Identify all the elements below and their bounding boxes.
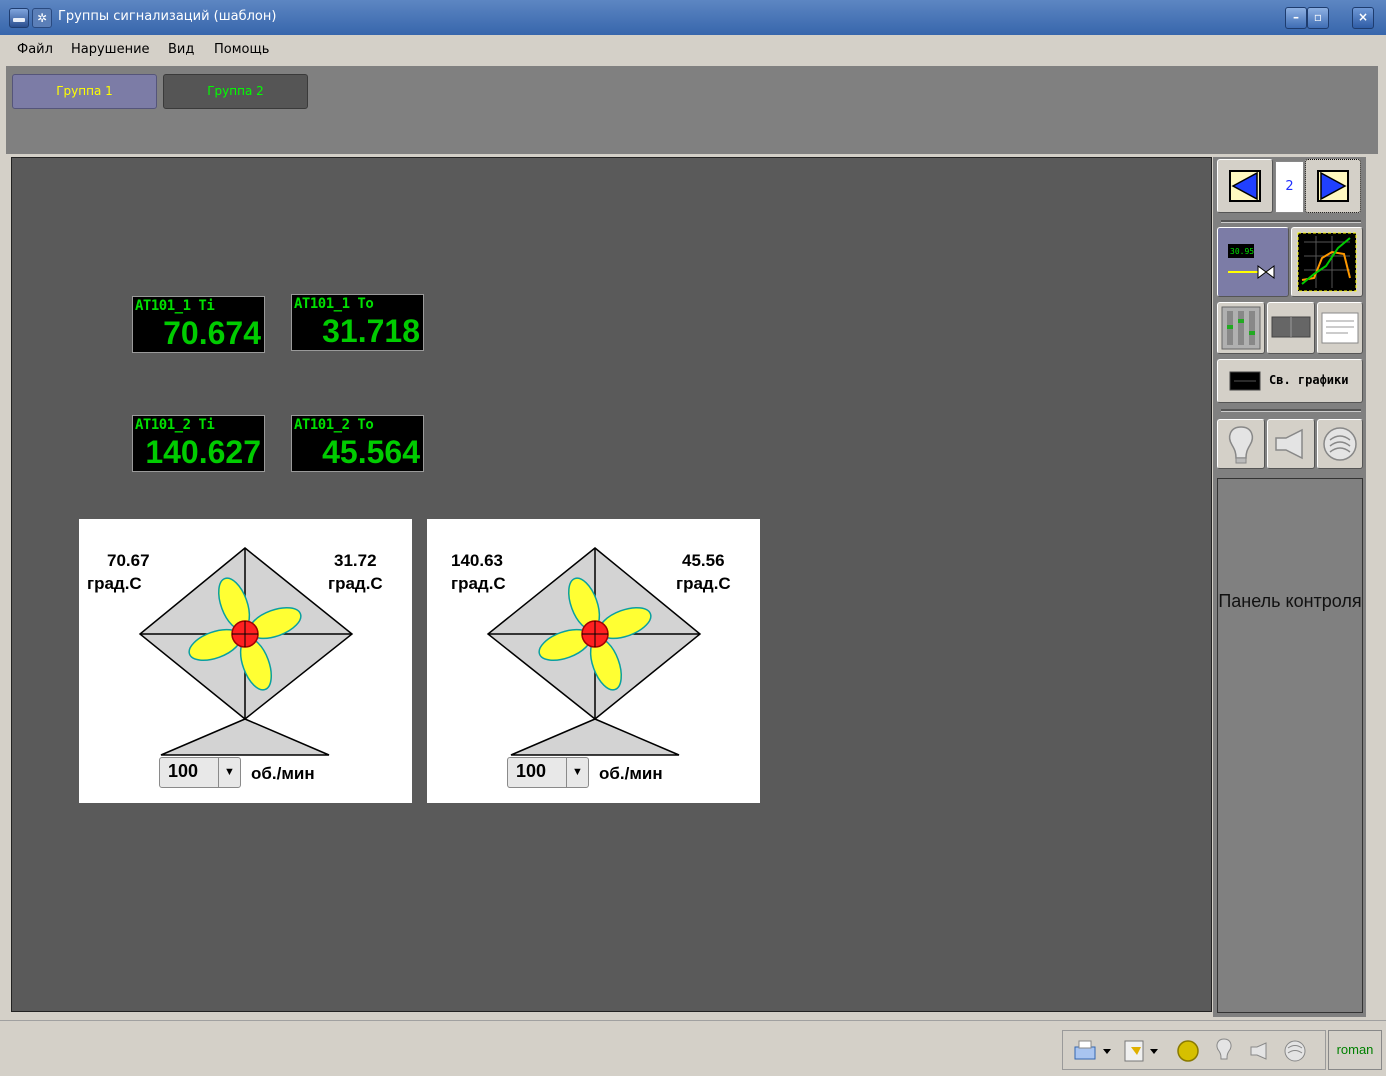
temp-in-unit: град.С xyxy=(87,574,142,593)
chevron-down-icon[interactable]: ▼ xyxy=(218,758,240,787)
minimize-icon[interactable]: – xyxy=(1285,7,1307,29)
temp-in-value: 70.67 xyxy=(107,551,150,570)
siren-button[interactable] xyxy=(1317,419,1363,469)
temp-out-unit: град.С xyxy=(676,574,731,593)
readout-at101-1-ti: AT101_1 Ti 70.674 xyxy=(132,296,265,353)
divider xyxy=(1221,220,1361,223)
user-indicator[interactable]: roman xyxy=(1328,1030,1382,1070)
page-number: 2 xyxy=(1275,161,1304,213)
close-icon[interactable]: × xyxy=(1352,7,1374,29)
control-panel: Панель контроля xyxy=(1217,478,1363,1013)
window-title: Группы сигнализаций (шаблон) xyxy=(58,9,277,24)
siren-icon xyxy=(1323,427,1357,461)
menu-help[interactable]: Помощь xyxy=(214,42,269,57)
horn-button[interactable] xyxy=(1267,419,1315,469)
lightbulb-icon xyxy=(1229,426,1253,464)
menu-file[interactable]: Файл xyxy=(17,42,53,57)
print-icon[interactable] xyxy=(1074,1040,1096,1060)
group-tab-bar: Группа 1 Группа 2 xyxy=(6,66,1378,154)
status-toolbar xyxy=(1062,1030,1326,1070)
siren-icon[interactable] xyxy=(1284,1040,1306,1062)
fan-panel-1[interactable]: 70.67 град.С 31.72 град.С 100 ▼ об./мин xyxy=(79,519,412,803)
readout-label: AT101_1 To xyxy=(294,296,374,312)
arrow-left-icon xyxy=(1229,170,1261,202)
fan-temp-out: 31.72 град.С xyxy=(328,549,383,595)
temp-in-unit: град.С xyxy=(451,574,506,593)
maximize-icon[interactable]: ▫ xyxy=(1307,7,1329,29)
title-bar: ✲ Группы сигнализаций (шаблон) – ▫ × xyxy=(0,0,1386,35)
trend-chart-icon xyxy=(1297,232,1357,292)
readout-at101-2-to: AT101_2 To 45.564 xyxy=(291,415,424,472)
readout-value: 45.564 xyxy=(322,434,420,470)
dashboard-view-button[interactable] xyxy=(1267,302,1315,354)
readout-label: AT101_1 Ti xyxy=(135,298,215,314)
prev-page-button[interactable] xyxy=(1217,159,1273,213)
readout-at101-2-ti: AT101_2 Ti 140.627 xyxy=(132,415,265,472)
readout-value: 31.718 xyxy=(322,313,420,349)
readout-label: AT101_2 Ti xyxy=(135,417,215,433)
arrow-right-icon xyxy=(1317,170,1349,202)
horn-icon xyxy=(1275,428,1303,460)
fan-panel-2[interactable]: 140.63 град.С 45.56 град.С 100 ▼ об./мин xyxy=(427,519,760,803)
horn-icon[interactable] xyxy=(1250,1042,1267,1060)
fan-temp-in: 70.67 град.С xyxy=(87,549,150,595)
lamp-button[interactable] xyxy=(1217,419,1265,469)
readout-label: AT101_2 To xyxy=(294,417,374,433)
speed-unit: об./мин xyxy=(599,764,663,783)
chevron-down-icon[interactable] xyxy=(1150,1049,1158,1054)
alarm-indicator-icon[interactable] xyxy=(1177,1040,1199,1062)
export-icon[interactable] xyxy=(1124,1040,1144,1062)
charts-button[interactable]: Св. графики xyxy=(1217,359,1363,403)
readout-at101-1-to: AT101_1 To 31.718 xyxy=(291,294,424,351)
control-panel-label: Панель контроля xyxy=(1218,591,1362,611)
chevron-down-icon[interactable] xyxy=(1103,1049,1111,1054)
temp-in-value: 140.63 xyxy=(451,551,503,570)
temp-out-value: 31.72 xyxy=(334,551,377,570)
menu-bar: Файл Нарушение Вид Помощь xyxy=(0,35,1386,65)
temp-out-unit: град.С xyxy=(328,574,383,593)
speed-select[interactable]: 100 ▼ xyxy=(159,757,241,788)
speed-select[interactable]: 100 ▼ xyxy=(507,757,589,788)
panel-icon xyxy=(1221,306,1261,350)
readout-value: 140.627 xyxy=(145,434,261,470)
next-page-button[interactable] xyxy=(1305,159,1361,213)
menu-view[interactable]: Вид xyxy=(168,42,194,57)
speed-value: 100 xyxy=(516,761,547,781)
divider xyxy=(1221,409,1361,412)
chevron-down-icon[interactable]: ▼ xyxy=(566,758,588,787)
document-view-button[interactable] xyxy=(1317,302,1363,354)
trend-view-button[interactable] xyxy=(1291,227,1363,297)
speed-unit: об./мин xyxy=(251,764,315,783)
mnemonic-icon: 30.95 xyxy=(1228,244,1275,279)
app-icon[interactable] xyxy=(9,8,29,28)
temp-out-value: 45.56 xyxy=(682,551,725,570)
menu-violation[interactable]: Нарушение xyxy=(71,42,150,57)
window-menu-icon[interactable]: ✲ xyxy=(32,8,52,28)
tab-group-1[interactable]: Группа 1 xyxy=(12,74,157,109)
lightbulb-icon[interactable] xyxy=(1216,1038,1232,1060)
tab-group-2[interactable]: Группа 2 xyxy=(163,74,308,109)
readout-value: 70.674 xyxy=(163,315,261,351)
mnemonic-view-button[interactable]: 30.95 xyxy=(1217,227,1289,297)
charts-button-label: Св. графики xyxy=(1269,373,1349,387)
fan-temp-in: 140.63 град.С xyxy=(451,549,506,595)
right-sidebar: 2 30.95 Св. графики Панель контроля xyxy=(1213,157,1366,1017)
svg-text:30.95: 30.95 xyxy=(1230,247,1254,256)
fan-temp-out: 45.56 град.С xyxy=(676,549,731,595)
speed-value: 100 xyxy=(168,761,199,781)
dashboard-icon xyxy=(1271,316,1311,338)
mimic-canvas: AT101_1 Ti 70.674 AT101_1 To 31.718 AT10… xyxy=(11,157,1212,1012)
status-bar: roman xyxy=(0,1020,1386,1076)
document-icon xyxy=(1321,312,1359,344)
chart-icon xyxy=(1229,371,1261,391)
panel-view-button[interactable] xyxy=(1217,302,1265,354)
